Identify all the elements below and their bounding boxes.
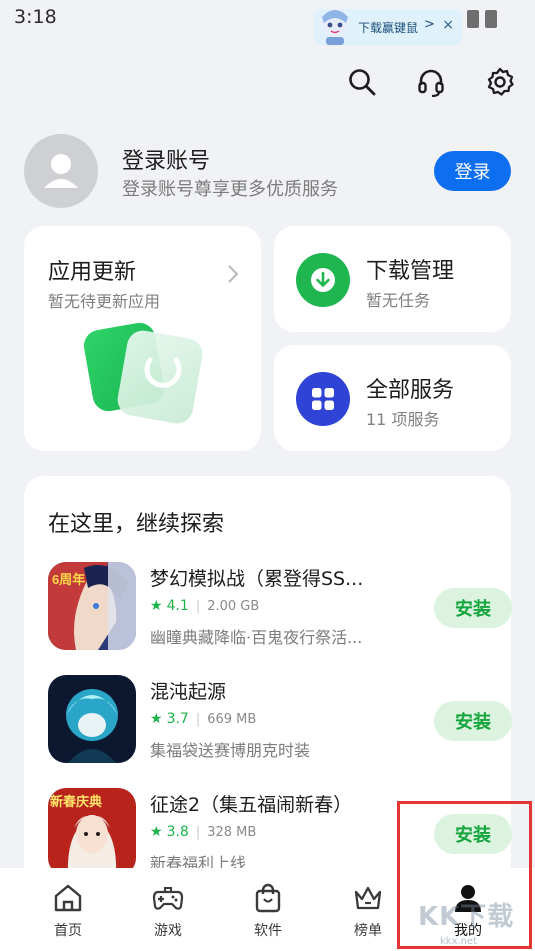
- crown-icon: [354, 886, 382, 910]
- app-name: 混沌起源: [150, 681, 227, 703]
- app-meta: ★ 3.7 | 669 MB: [150, 711, 256, 727]
- nav-label: 游戏: [154, 923, 182, 939]
- app-rating: 3.8: [166, 824, 189, 840]
- app-icon-badge: 6周年: [52, 572, 85, 587]
- divider: |: [195, 711, 201, 727]
- explore-title: 在这里，继续探索: [48, 512, 225, 537]
- download-management-card[interactable]: 下载管理 暂无任务: [274, 226, 511, 332]
- star-icon: ★: [150, 598, 163, 614]
- account-section[interactable]: 登录账号 登录账号尊享更多优质服务 登录: [24, 133, 511, 213]
- app-size: 669 MB: [207, 711, 257, 727]
- app-update-card[interactable]: 应用更新 暂无待更新应用: [24, 226, 261, 451]
- app-name: 征途2（集五福闹新春）: [150, 794, 353, 816]
- watermark: KK下载: [418, 902, 515, 932]
- nav-label: 软件: [254, 923, 282, 939]
- divider: |: [195, 824, 201, 840]
- nav-item-games[interactable]: 游戏: [128, 882, 208, 940]
- update-subtitle: 暂无待更新应用: [48, 292, 161, 311]
- app-icon[interactable]: 6周年: [48, 562, 136, 650]
- install-button[interactable]: 安装: [434, 701, 512, 741]
- promo-label: 下载赢键鼠: [358, 21, 419, 35]
- login-button[interactable]: 登录: [434, 151, 511, 191]
- chevron-right-icon: >: [424, 17, 435, 32]
- nav-item-software[interactable]: 软件: [228, 882, 308, 940]
- status-time: 3:18: [14, 6, 57, 28]
- update-illustration-icon: [83, 322, 203, 424]
- app-description: 幽瞳典藏降临·百鬼夜行祭活...: [150, 628, 363, 647]
- account-subtitle: 登录账号尊享更多优质服务: [122, 179, 338, 200]
- close-icon[interactable]: ×: [442, 17, 454, 33]
- signal-icon: [467, 10, 479, 28]
- account-title[interactable]: 登录账号: [122, 143, 210, 175]
- download-subtitle: 暂无任务: [366, 291, 431, 310]
- chevron-right-icon: [228, 265, 239, 283]
- grid-icon: [296, 372, 350, 426]
- app-icon-badge: 新春庆典: [50, 794, 102, 809]
- app-list-item[interactable]: 混沌起源 ★ 3.7 | 669 MB 集福袋送赛博朋克时装 安装: [48, 675, 512, 765]
- app-rating: 4.1: [166, 598, 189, 614]
- battery-icon: [485, 10, 497, 28]
- watermark-url: kkx.net: [440, 936, 478, 947]
- install-button[interactable]: 安装: [434, 588, 512, 628]
- services-subtitle: 11 项服务: [366, 410, 440, 429]
- nav-label: 首页: [54, 923, 82, 939]
- app-icon[interactable]: 新春庆典: [48, 788, 136, 876]
- download-icon: [296, 253, 350, 307]
- divider: |: [195, 598, 201, 614]
- top-actions: [344, 64, 518, 100]
- star-icon: ★: [150, 824, 163, 840]
- bag-icon: [255, 883, 281, 913]
- avatar[interactable]: [24, 134, 98, 208]
- nav-item-rankings[interactable]: 榜单: [328, 882, 408, 940]
- app-meta: ★ 4.1 | 2.00 GB: [150, 598, 259, 614]
- download-title: 下载管理: [366, 259, 455, 284]
- nav-item-home[interactable]: 首页: [28, 882, 108, 940]
- headset-icon[interactable]: [413, 64, 449, 100]
- settings-icon[interactable]: [482, 64, 518, 100]
- app-icon[interactable]: [48, 675, 136, 763]
- status-icons: [467, 10, 497, 28]
- star-icon: ★: [150, 711, 163, 727]
- app-description: 集福袋送赛博朋克时装: [150, 741, 311, 760]
- all-services-card[interactable]: 全部服务 11 项服务: [274, 345, 511, 451]
- app-size: 328 MB: [207, 824, 257, 840]
- home-icon: [54, 884, 82, 912]
- app-name: 梦幻模拟战（累登得SS...: [150, 568, 364, 590]
- app-meta: ★ 3.8 | 328 MB: [150, 824, 256, 840]
- nav-label: 榜单: [354, 923, 382, 939]
- app-rating: 3.7: [166, 711, 189, 727]
- app-list-item[interactable]: 6周年 梦幻模拟战（累登得SS... ★ 4.1 | 2.00 GB 幽瞳典藏降…: [48, 562, 512, 652]
- floating-promo-banner[interactable]: 下载赢键鼠 > ×: [314, 9, 462, 45]
- mascot-icon: [321, 9, 349, 45]
- app-size: 2.00 GB: [207, 598, 260, 614]
- search-icon[interactable]: [344, 64, 380, 100]
- update-title: 应用更新: [48, 260, 137, 285]
- services-title: 全部服务: [366, 378, 455, 403]
- gamepad-icon: [152, 887, 184, 910]
